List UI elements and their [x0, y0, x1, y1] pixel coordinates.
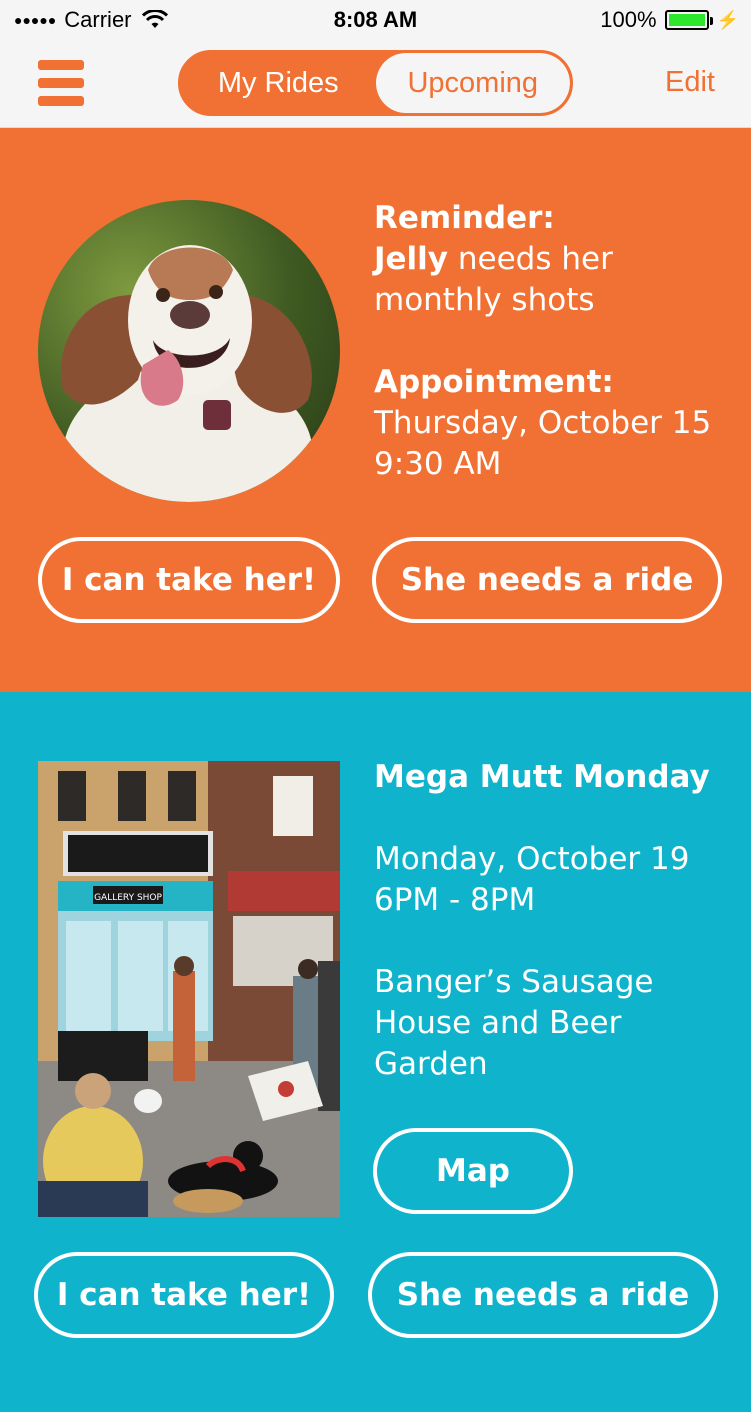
event-text-block: Mega Mutt Monday Monday, October 19 6PM … [374, 757, 744, 1085]
take-her-button-event[interactable]: I can take her! [34, 1252, 334, 1338]
reminder-card: Reminder: Jelly needs her monthly shots … [0, 128, 751, 692]
battery-icon [664, 10, 713, 30]
event-time: 6PM - 8PM [374, 882, 536, 918]
dog-photo [38, 200, 340, 502]
event-location: Banger’s Sausage House and Beer Garden [374, 964, 654, 1082]
event-card: GALLERY SHOP Mega Mutt Monday Monday, Oc… [0, 692, 751, 1412]
hamburger-menu-icon[interactable] [38, 60, 84, 106]
appointment-heading: Appointment: [374, 364, 614, 400]
segment-upcoming[interactable]: Upcoming [375, 53, 570, 113]
edit-button[interactable]: Edit [665, 66, 715, 99]
pet-name: Jelly [374, 241, 449, 277]
reminder-heading: Reminder: [374, 200, 555, 236]
segment-my-rides[interactable]: My Rides [181, 53, 376, 113]
map-button[interactable]: Map [373, 1128, 573, 1214]
needs-ride-button[interactable]: She needs a ride [372, 537, 722, 623]
gallery-sign-text: GALLERY SHOP [94, 893, 162, 903]
battery-percent: 100% [600, 7, 657, 32]
appointment-time: 9:30 AM [374, 446, 502, 482]
nav-bar: My Rides Upcoming Edit [0, 40, 751, 128]
battery-fill [668, 14, 705, 26]
reminder-message: Jelly needs her monthly shots [374, 239, 744, 321]
reminder-text-block: Reminder: Jelly needs her monthly shots … [374, 198, 744, 485]
event-date: Monday, October 19 [374, 841, 690, 877]
event-title: Mega Mutt Monday [374, 759, 710, 795]
appointment-date: Thursday, October 15 [374, 405, 712, 441]
needs-ride-button-event[interactable]: She needs a ride [368, 1252, 718, 1338]
segmented-control: My Rides Upcoming [178, 50, 573, 116]
event-photo: GALLERY SHOP [38, 761, 340, 1217]
take-her-button[interactable]: I can take her! [38, 537, 340, 623]
status-bar: ●●●●● Carrier 8:08 AM 100% ⚡ [0, 0, 751, 40]
charging-icon: ⚡ [716, 9, 739, 30]
